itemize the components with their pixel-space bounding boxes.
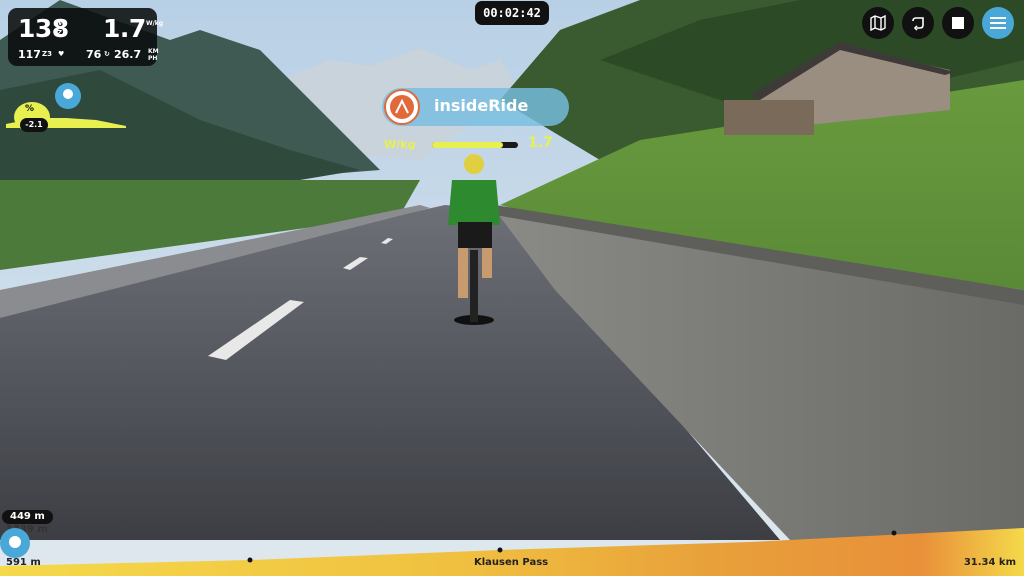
route-name: Klausen Pass bbox=[474, 557, 549, 568]
rider-wkg-value: 1.7 bbox=[528, 135, 553, 151]
heart-icon: ♥ bbox=[58, 50, 65, 58]
gradient-value: -2.1 bbox=[20, 118, 48, 132]
power-units: W bbox=[58, 19, 66, 27]
ride-stats-panel: 138 W Z1 1.7 W/kg 117 Z3 ♥ 76 ↻ 26.7 KM … bbox=[8, 8, 163, 66]
speed-units-top: KM bbox=[148, 48, 159, 55]
stop-icon bbox=[952, 17, 964, 29]
rider-wkg-bar-fill bbox=[432, 142, 504, 148]
power-zone: Z1 bbox=[57, 29, 67, 37]
rider-wkg-bar bbox=[432, 142, 518, 148]
cadence-value: 76 bbox=[86, 48, 102, 61]
route-progress-strip bbox=[0, 528, 1024, 576]
menu-icon bbox=[990, 17, 1006, 29]
repeat-icon bbox=[912, 17, 924, 31]
speed-value: 26.7 bbox=[114, 48, 142, 61]
distance-start: 591 m bbox=[6, 557, 41, 568]
wkg-units: W/kg bbox=[146, 20, 164, 27]
cadence-icon: ↻ bbox=[104, 50, 110, 58]
hr-zone: Z3 bbox=[42, 50, 52, 58]
wkg-value: 1.7 bbox=[103, 14, 146, 43]
rider-name: insideRide bbox=[434, 96, 529, 115]
rider-avatar bbox=[384, 89, 420, 125]
elevation-badge: 449 m bbox=[2, 510, 53, 524]
game-scene bbox=[0, 0, 1024, 576]
rider-logo-icon bbox=[390, 95, 414, 119]
map-button[interactable] bbox=[862, 7, 894, 39]
rider-wkg-label: W/kg bbox=[384, 138, 416, 151]
rider-name-pill[interactable]: insideRide bbox=[382, 88, 569, 126]
gradient-symbol: % bbox=[25, 104, 35, 114]
stop-button[interactable] bbox=[942, 7, 974, 39]
route-total-distance: 31.34 km bbox=[963, 557, 1016, 568]
map-icon bbox=[870, 15, 886, 31]
heart-rate-value: 117 bbox=[18, 48, 41, 61]
ride-timer: 00:02:42 bbox=[475, 1, 549, 25]
speed-units-bottom: PH bbox=[148, 55, 158, 62]
repeat-button[interactable] bbox=[902, 7, 934, 39]
menu-button[interactable] bbox=[982, 7, 1014, 39]
